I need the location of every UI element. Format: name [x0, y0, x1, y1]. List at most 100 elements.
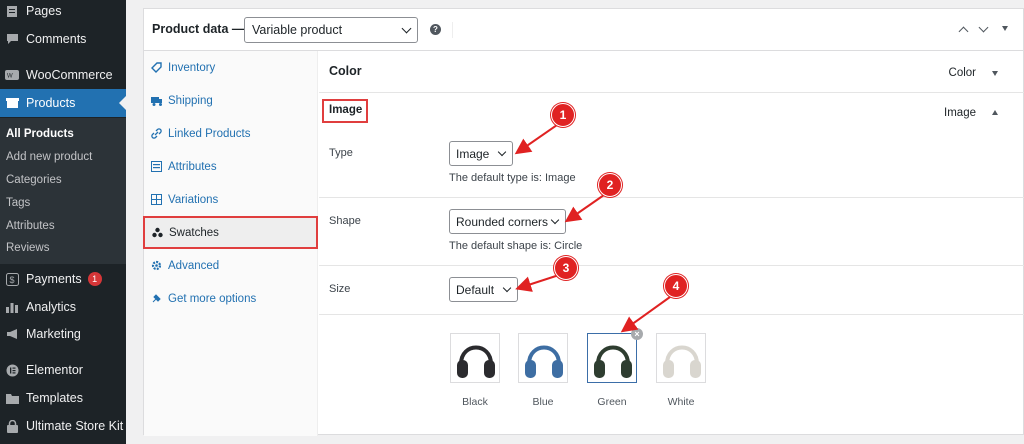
swatch-blue[interactable]: [518, 333, 568, 383]
submenu-categories[interactable]: Categories: [6, 174, 62, 186]
type-select[interactable]: Image: [449, 141, 513, 166]
submenu-tags[interactable]: Tags: [6, 197, 30, 209]
tab-shipping-label: Shipping: [168, 94, 213, 107]
tab-attributes[interactable]: Attributes: [144, 150, 318, 183]
menu-pages[interactable]: Pages: [0, 0, 126, 25]
chevron-down-icon: [497, 147, 507, 157]
image-row-title: Image: [329, 104, 363, 116]
menu-pages-label: Pages: [26, 4, 62, 18]
move-up-button[interactable]: [958, 24, 970, 37]
menu-products[interactable]: Products: [0, 89, 126, 117]
marker-3: 3: [554, 256, 578, 280]
menu-payments[interactable]: $ Payments 1: [0, 265, 126, 293]
move-down-button[interactable]: [978, 22, 990, 36]
menu-products-label: Products: [26, 96, 76, 110]
truck-icon: [151, 95, 162, 106]
panel-header: Product data — Variable product ?: [144, 9, 1024, 51]
headphones-icon: [525, 345, 563, 378]
tab-inventory[interactable]: Inventory: [144, 51, 318, 84]
submenu-add-new-product[interactable]: Add new product: [6, 151, 92, 163]
swatch-black[interactable]: [450, 333, 500, 383]
pages-icon: [5, 4, 19, 18]
help-icon[interactable]: ?: [430, 24, 441, 35]
analytics-icon: [5, 300, 19, 314]
gear-icon: [151, 260, 162, 271]
payments-badge: 1: [87, 272, 102, 286]
product-type-value: Variable product: [252, 23, 343, 37]
megaphone-icon: [5, 327, 19, 341]
toggle-panel-icon[interactable]: [1002, 26, 1008, 31]
menu-comments[interactable]: Comments: [0, 25, 126, 53]
submenu-reviews[interactable]: Reviews: [6, 242, 49, 254]
menu-templates[interactable]: Templates: [0, 384, 126, 412]
menu-payments-label: Payments: [26, 272, 82, 286]
swatch-white[interactable]: [656, 333, 706, 383]
tab-get-more-options-label: Get more options: [168, 292, 257, 305]
menu-woocommerce[interactable]: W WooCommerce: [0, 61, 126, 89]
shape-select-value: Rounded corners: [456, 214, 549, 229]
menu-analytics-label: Analytics: [26, 300, 77, 314]
menu-comments-label: Comments: [26, 32, 87, 46]
product-data-panel: Product data — Variable product ? Invent…: [143, 8, 1024, 436]
products-icon: [5, 96, 19, 110]
panel-title: Product data —: [152, 22, 245, 36]
expand-color-icon[interactable]: [992, 71, 998, 76]
tab-variations[interactable]: Variations: [144, 183, 318, 216]
swatches-icon: [152, 227, 163, 238]
menu-analytics[interactable]: Analytics: [0, 293, 126, 321]
type-label: Type: [329, 147, 353, 159]
size-select[interactable]: Default: [449, 277, 518, 302]
chevron-down-icon: [401, 23, 412, 34]
menu-ultimate-store-kit[interactable]: Ultimate Store Kit: [0, 412, 126, 440]
menu-templates-label: Templates: [26, 391, 83, 405]
swatch-green[interactable]: [587, 333, 637, 383]
chevron-up-icon: [958, 26, 969, 37]
tab-get-more-options[interactable]: Get more options: [144, 282, 318, 315]
tab-linked-products-label: Linked Products: [168, 127, 251, 140]
elementor-icon: [5, 363, 19, 377]
submenu-all-products[interactable]: All Products: [6, 128, 74, 140]
product-type-select[interactable]: Variable product: [244, 17, 418, 43]
tab-advanced-label: Advanced: [168, 259, 220, 272]
shape-select[interactable]: Rounded corners: [449, 209, 566, 234]
admin-sidebar: Pages Comments W WooCommerce Products Al…: [0, 0, 126, 444]
tab-swatches[interactable]: Swatches: [143, 216, 318, 249]
size-select-value: Default: [456, 282, 495, 297]
marker-4: 4: [664, 274, 688, 298]
type-select-value: Image: [456, 146, 490, 161]
chevron-down-icon: [502, 283, 512, 293]
marker-2: 2: [598, 173, 622, 197]
divider: [319, 92, 1024, 93]
shape-label: Shape: [329, 215, 361, 227]
headphones-icon: [457, 345, 495, 378]
submenu-attributes[interactable]: Attributes: [6, 220, 55, 232]
collapse-image-icon[interactable]: [992, 110, 998, 115]
type-hint: The default type is: Image: [449, 172, 576, 184]
payments-icon: $: [5, 272, 19, 286]
swatch-label-white: White: [667, 396, 695, 408]
tab-linked-products[interactable]: Linked Products: [144, 117, 318, 150]
tab-variations-label: Variations: [168, 193, 219, 206]
tab-advanced[interactable]: Advanced: [144, 249, 318, 282]
swatch-label-blue: Blue: [532, 396, 554, 408]
headphones-icon: [663, 345, 701, 378]
menu-elementor[interactable]: Elementor: [0, 356, 126, 384]
image-row-value[interactable]: Image: [944, 107, 976, 119]
tab-shipping[interactable]: Shipping: [144, 84, 318, 117]
menu-ultimate-store-kit-label: Ultimate Store Kit: [26, 419, 124, 433]
divider: [319, 314, 1024, 315]
color-row-value[interactable]: Color: [949, 67, 976, 79]
chevron-down-icon: [550, 215, 560, 225]
tab-inventory-label: Inventory: [168, 61, 216, 74]
menu-marketing[interactable]: Marketing: [0, 320, 126, 348]
woocommerce-icon: W: [5, 68, 19, 82]
chevron-down-icon: [978, 22, 989, 33]
tab-swatches-label: Swatches: [169, 226, 219, 239]
link-icon: [151, 128, 162, 139]
remove-swatch-icon[interactable]: ×: [631, 328, 643, 340]
divider: [319, 265, 1024, 266]
grid-icon: [151, 194, 162, 205]
inventory-icon: [151, 62, 162, 73]
product-data-tabs: Inventory Shipping Linked Products Attri…: [143, 51, 318, 436]
svg-text:W: W: [7, 73, 13, 79]
